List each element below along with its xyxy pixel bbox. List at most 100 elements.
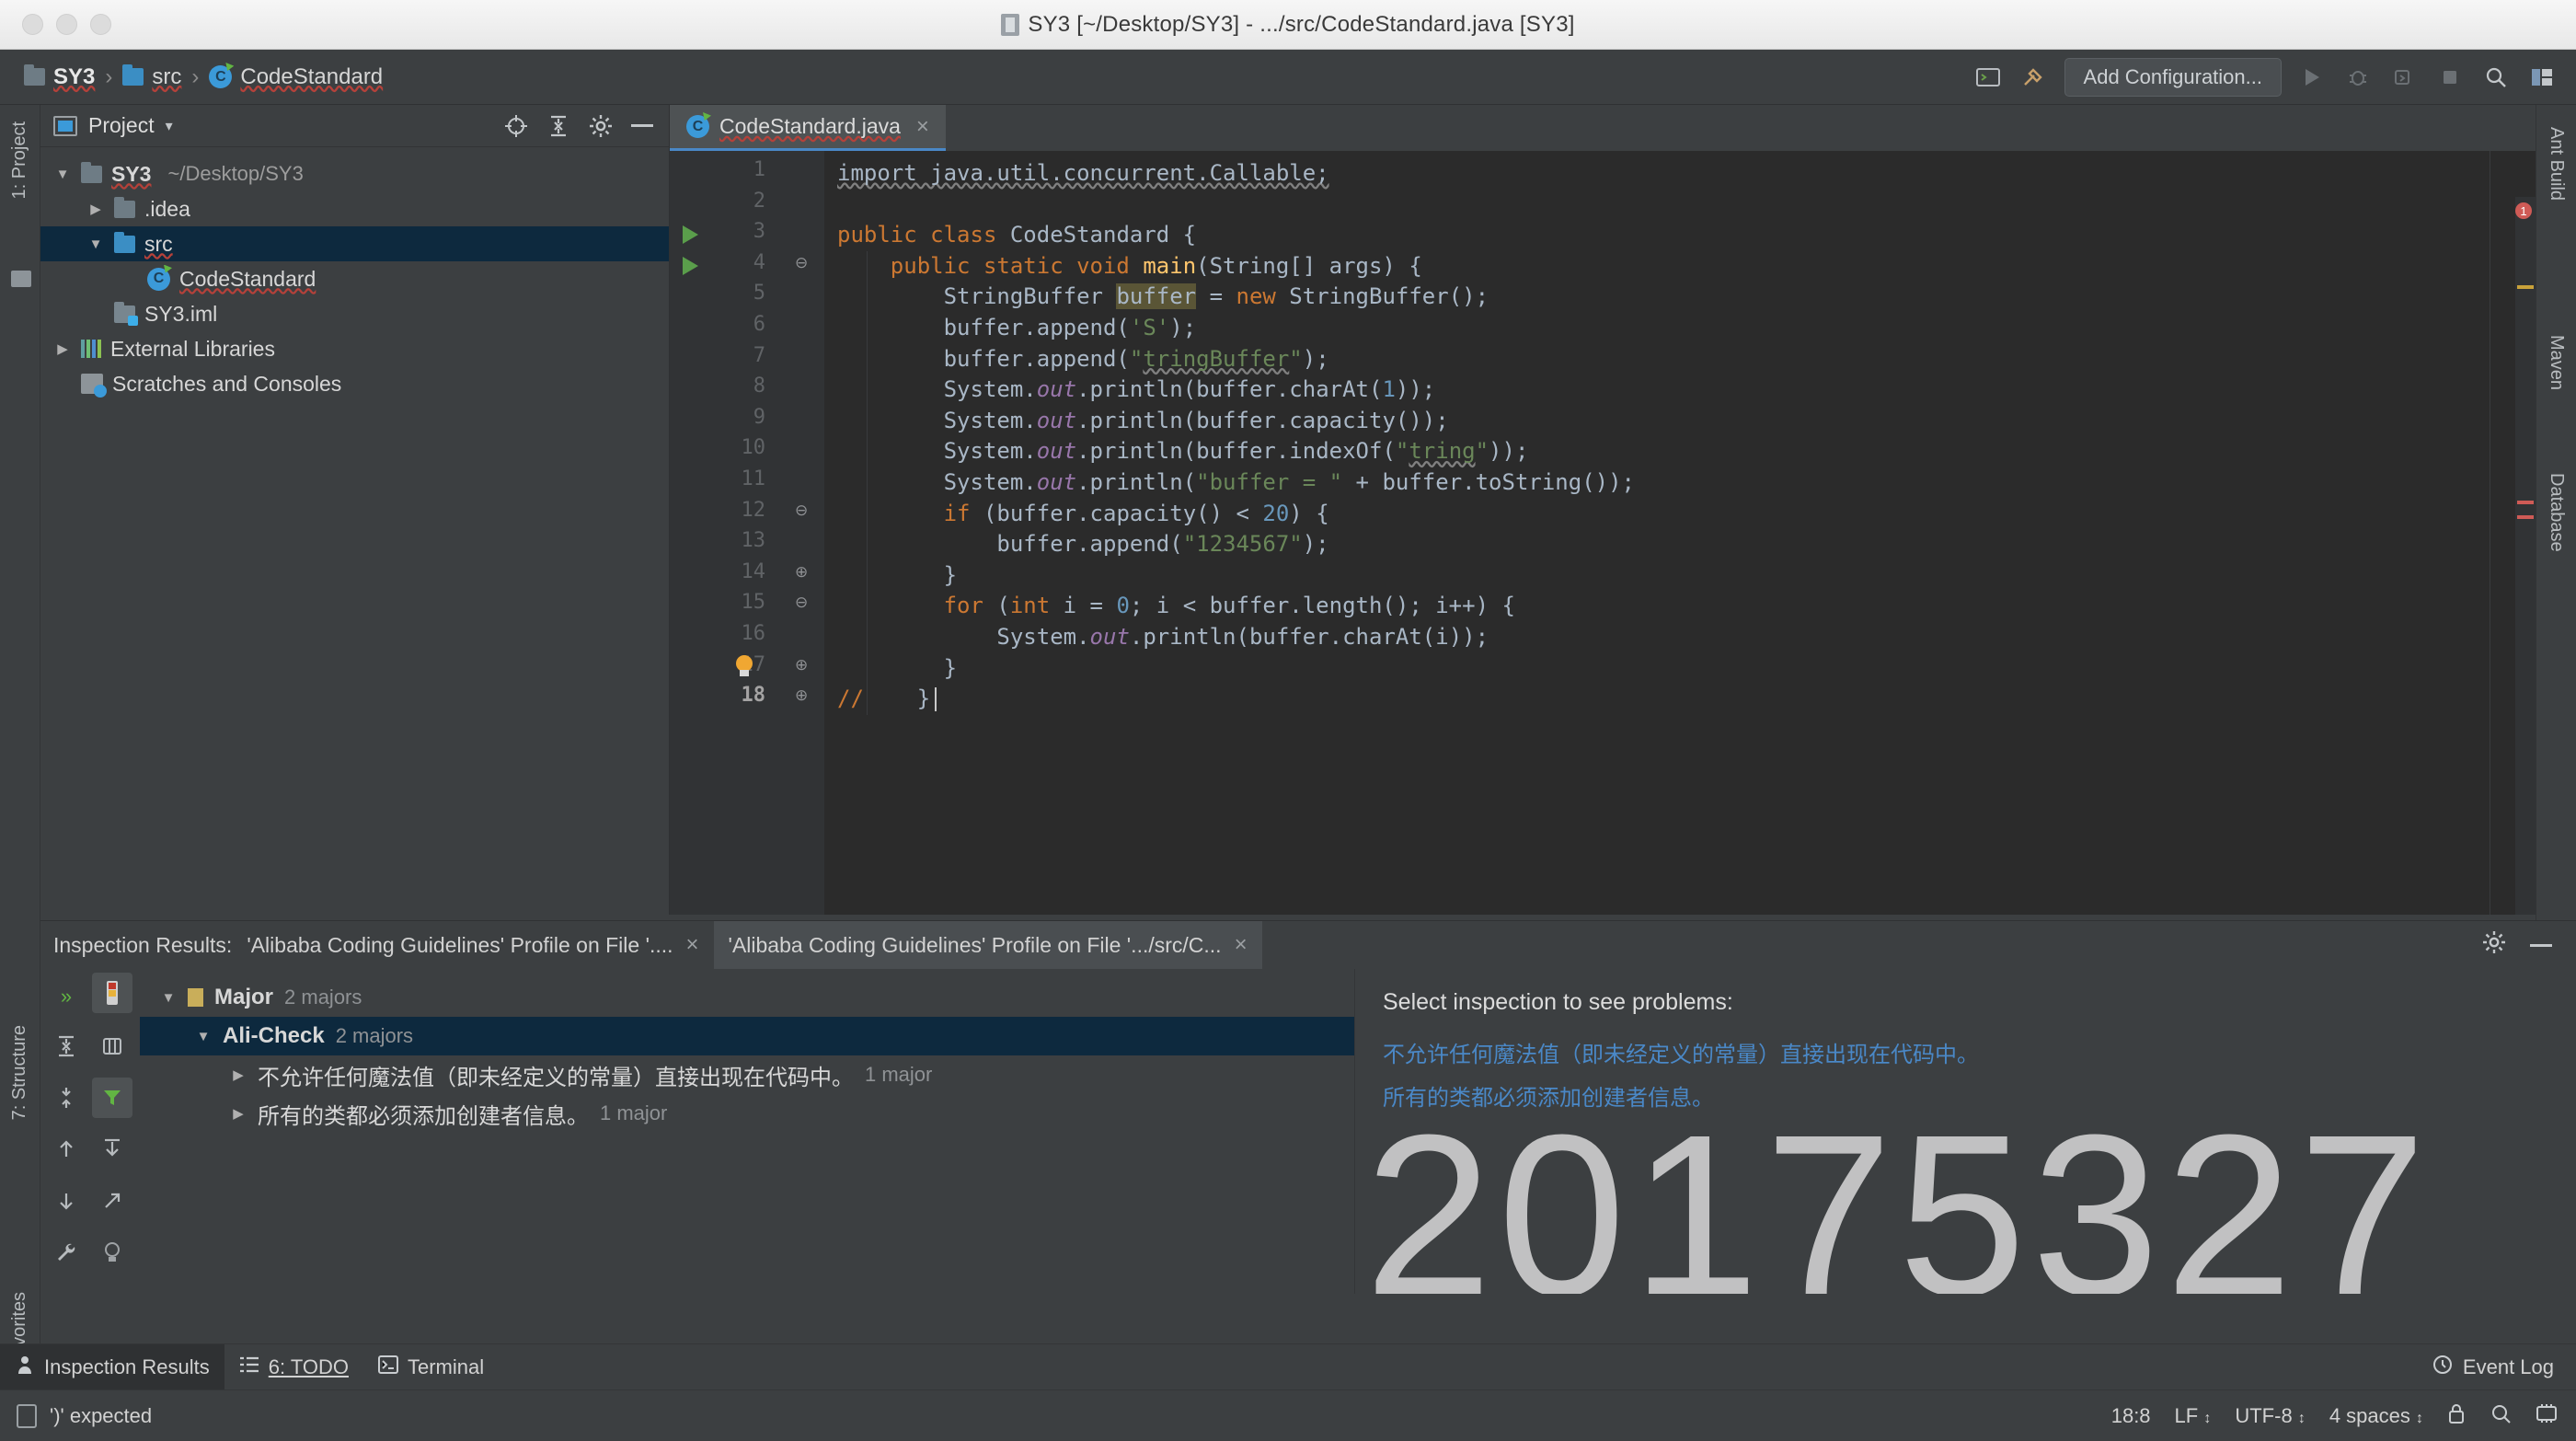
run-gutter-icon[interactable] — [683, 225, 698, 245]
settings-gear-icon[interactable] — [2482, 930, 2506, 960]
tool-window-button-structure[interactable]: 7: Structure — [9, 1025, 30, 1120]
settings-gear-icon[interactable] — [588, 113, 614, 139]
stripe-warning-mark[interactable] — [2517, 285, 2534, 289]
tree-expand-arrow[interactable]: ▼ — [53, 167, 72, 182]
run-icon[interactable] — [2296, 62, 2328, 93]
code-editor[interactable]: 1 2 3 4 5 6 7 8 9 10 11 12 13 14 15 16 17 18 ⊖ ⊖ ⊕ ⊖ ⊕ ⊕ impor… — [670, 151, 2536, 915]
project-structure-icon[interactable] — [2526, 62, 2558, 93]
code-fold-marker[interactable]: ⊕ — [795, 656, 808, 674]
project-tree-item[interactable]: ▼ src — [40, 226, 669, 261]
code-token: } — [916, 686, 931, 712]
build-hammer-icon[interactable] — [2018, 62, 2050, 93]
inspection-tree-item[interactable]: ▼ Major 2 majors — [140, 978, 1354, 1017]
expand-all-icon[interactable]: » — [46, 976, 86, 1017]
run-coverage-icon[interactable] — [2388, 62, 2420, 93]
breadcrumb-item-class[interactable]: CodeStandard — [209, 64, 383, 90]
project-tree-item[interactable]: SY3.iml — [40, 296, 669, 331]
hide-icon[interactable] — [630, 113, 656, 139]
collapse-all-icon[interactable] — [546, 113, 571, 139]
tool-window-button-project[interactable]: 1: Project — [9, 121, 30, 199]
line-number: 12 — [741, 498, 766, 522]
search-icon[interactable] — [2480, 62, 2512, 93]
memory-icon[interactable] — [2536, 1403, 2558, 1429]
event-log-button[interactable]: Event Log — [2432, 1354, 2554, 1381]
inspection-tree-item[interactable]: ▼ Ali-Check 2 majors — [140, 1017, 1354, 1055]
caret-position[interactable]: 18:8 — [2111, 1404, 2151, 1428]
code-text[interactable]: import java.util.concurrent.Callable; pub… — [824, 151, 2536, 915]
code-token: ( — [996, 593, 1010, 619]
export-icon[interactable] — [92, 1129, 132, 1170]
inspection-tab-1[interactable]: 'Alibaba Coding Guidelines' Profile on F… — [232, 921, 713, 969]
inspection-tree[interactable]: ▼ Major 2 majors ▼ Ali-Check 2 majors ▶ 不允许任何魔法… — [140, 969, 1354, 1294]
sort-icon[interactable] — [46, 1078, 86, 1118]
inspection-tab-2[interactable]: 'Alibaba Coding Guidelines' Profile on F… — [713, 921, 1262, 969]
line-separator-selector[interactable]: LF ↕ — [2175, 1404, 2212, 1428]
device-manager-icon[interactable] — [1972, 62, 2004, 93]
run-gutter-icon[interactable] — [683, 256, 698, 275]
project-tree-item[interactable]: ▼ SY3 ~/Desktop/SY3 — [40, 156, 669, 191]
inspection-tree-item[interactable]: ▶ 不允许任何魔法值（即未经定义的常量）直接出现在代码中。 1 major — [140, 1055, 1354, 1094]
inspection-level-icon[interactable] — [2490, 1402, 2512, 1430]
tree-expand-arrow[interactable]: ▼ — [160, 990, 177, 1006]
project-tree-item[interactable]: ▶ External Libraries — [40, 331, 669, 366]
severity-icon[interactable] — [92, 973, 132, 1013]
encoding-selector[interactable]: UTF-8 ↕ — [2235, 1404, 2305, 1428]
locate-icon[interactable] — [503, 113, 529, 139]
hide-panel-icon[interactable] — [2530, 930, 2554, 960]
breadcrumb-item-src[interactable]: src — [122, 64, 181, 90]
editor-tab-codestandard[interactable]: CodeStandard.java × — [670, 105, 946, 151]
debug-icon[interactable] — [2342, 62, 2374, 93]
tree-expand-arrow[interactable]: ▶ — [86, 201, 105, 217]
group-icon[interactable] — [92, 1026, 132, 1066]
code-fold-marker[interactable]: ⊕ — [795, 686, 808, 705]
tool-window-button-maven[interactable]: Maven — [2546, 335, 2567, 390]
collapse-all-icon[interactable] — [46, 1026, 86, 1066]
tree-expand-arrow[interactable]: ▶ — [230, 1066, 247, 1083]
tool-window-button-database[interactable]: Database — [2546, 473, 2567, 552]
stripe-error-mark[interactable] — [2517, 501, 2534, 504]
project-tree-item[interactable]: CodeStandard — [40, 261, 669, 296]
settings-wrench-icon[interactable] — [46, 1232, 86, 1273]
lock-icon[interactable] — [2447, 1402, 2466, 1430]
project-tree-item[interactable]: Scratches and Consoles — [40, 366, 669, 401]
project-tree-item[interactable]: ▶ .idea — [40, 191, 669, 226]
chevron-down-icon[interactable]: ▾ — [166, 117, 173, 135]
tree-expand-arrow[interactable]: ▼ — [86, 236, 105, 252]
breadcrumb-item-project[interactable]: SY3 — [24, 64, 95, 90]
inspection-results-label: Inspection Results: — [53, 932, 233, 957]
code-fold-marker[interactable]: ⊕ — [795, 563, 808, 582]
close-icon[interactable]: × — [1235, 932, 1248, 958]
stripe-error-mark[interactable] — [2517, 515, 2534, 519]
bulb-icon[interactable] — [92, 1232, 132, 1273]
tool-window-button-inspection-results[interactable]: Inspection Results — [0, 1343, 224, 1390]
code-fold-marker[interactable]: ⊖ — [795, 254, 808, 272]
project-tree[interactable]: ▼ SY3 ~/Desktop/SY3 ▶ .idea ▼ srcCodeStandard S… — [40, 147, 669, 401]
inspection-tree-item[interactable]: ▶ 所有的类都必须添加创建者信息。 1 major — [140, 1094, 1354, 1133]
prev-icon[interactable] — [46, 1129, 86, 1170]
tool-window-button-todo[interactable]: 6: TODO — [224, 1344, 363, 1390]
code-token: (buffer.capacity() < — [983, 500, 1263, 526]
line-number: 9 — [753, 405, 765, 429]
tree-expand-arrow[interactable]: ▶ — [230, 1105, 247, 1122]
run-configuration-selector[interactable]: Add Configuration... — [2064, 57, 2282, 97]
code-fold-marker[interactable]: ⊖ — [795, 594, 808, 612]
tree-expand-arrow[interactable]: ▼ — [195, 1029, 212, 1044]
tool-window-button-terminal[interactable]: Terminal — [363, 1344, 499, 1390]
close-icon[interactable]: × — [916, 114, 929, 140]
tree-expand-arrow[interactable]: ▶ — [53, 340, 72, 357]
document-icon[interactable] — [17, 1403, 37, 1428]
inspection-detail-link[interactable]: 不允许任何魔法值（即未经定义的常量）直接出现在代码中。 — [1383, 1036, 2548, 1068]
code-fold-marker[interactable]: ⊖ — [795, 501, 808, 520]
project-view-icon — [53, 115, 77, 136]
filter-icon[interactable] — [92, 1078, 132, 1118]
tool-window-button-ant-build[interactable]: Ant Build — [2546, 127, 2567, 201]
stop-icon[interactable] — [2434, 62, 2466, 93]
fold-marker-gutter[interactable]: ⊖ ⊖ ⊕ ⊖ ⊕ ⊕ — [780, 151, 824, 915]
intention-bulb-icon[interactable] — [734, 654, 754, 679]
code-token: )); — [1489, 438, 1529, 465]
open-icon[interactable] — [92, 1181, 132, 1221]
error-stripe-bar[interactable]: 1 — [2515, 197, 2536, 915]
next-icon[interactable] — [46, 1181, 86, 1221]
indent-selector[interactable]: 4 spaces ↕ — [2329, 1404, 2423, 1428]
close-icon[interactable]: × — [686, 932, 699, 958]
